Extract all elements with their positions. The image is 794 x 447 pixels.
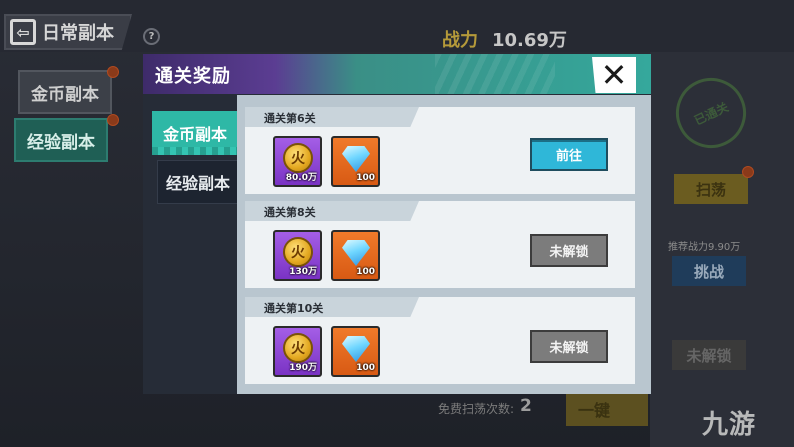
notification-dot-icon [742, 166, 754, 178]
close-button[interactable]: ✕ [592, 57, 636, 93]
reward-amount: 130万 [289, 267, 317, 277]
stage-title: 通关第8关 [264, 206, 316, 219]
gold-coin-reward[interactable]: 火 130万 [273, 230, 322, 281]
reward-amount: 100 [356, 173, 375, 183]
notification-dot-icon [107, 66, 119, 78]
gold-coin-reward[interactable]: 火 190万 [273, 326, 322, 377]
reward-amount: 100 [356, 363, 375, 373]
stage-title: 通关第6关 [264, 112, 316, 125]
reward-list: 通关第6关 火 80.0万 100 前往 通关第8关 火 130万 100 未解… [237, 95, 651, 394]
free-sweep-label: 免费扫荡次数: [438, 402, 515, 416]
back-button-label: 日常副本 [42, 23, 114, 44]
reward-card: 通关第10关 火 190万 100 未解锁 [245, 297, 635, 384]
gold-coin-reward[interactable]: 火 80.0万 [273, 136, 322, 187]
locked-button[interactable]: 未解锁 [530, 330, 608, 363]
tab-label: 经验副本 [165, 174, 230, 193]
stage-header: 通关第10关 [245, 297, 419, 317]
help-icon[interactable]: ? [143, 28, 160, 45]
reward-amount: 190万 [289, 363, 317, 373]
diamond-reward[interactable]: 100 [331, 136, 380, 187]
gold-coin-icon: 火 [283, 143, 313, 173]
diamond-reward[interactable]: 100 [331, 326, 380, 377]
gold-coin-icon: 火 [283, 333, 313, 363]
locked-stage-button[interactable]: 未解锁 [672, 340, 746, 370]
reward-card: 通关第8关 火 130万 100 未解锁 [245, 201, 635, 288]
stage-header: 通关第8关 [245, 201, 419, 221]
diamond-reward[interactable]: 100 [331, 230, 380, 281]
power-value: 10.69万 [492, 30, 567, 51]
reward-amount: 100 [356, 267, 375, 277]
clear-reward-dialog: 通关奖励 ✕ 金币副本 经验副本 通关第6关 火 80.0万 100 前往 通关… [143, 54, 651, 394]
gold-coin-icon: 火 [283, 237, 313, 267]
watermark-logo: 九游 [702, 410, 757, 440]
dialog-header: 通关奖励 ✕ [143, 54, 651, 94]
locked-button[interactable]: 未解锁 [530, 234, 608, 267]
tab-exp-dungeon[interactable]: 经验副本 [157, 160, 239, 204]
go-button[interactable]: 前往 [530, 138, 608, 171]
dialog-title: 通关奖励 [155, 66, 231, 87]
tab-gold-dungeon[interactable]: 金币副本 [152, 111, 238, 155]
bg-tab-gold-dungeon[interactable]: 金币副本 [18, 70, 112, 114]
recommended-power: 推荐战力9.90万 [668, 242, 741, 253]
challenge-button[interactable]: 挑战 [672, 256, 746, 286]
diamond-icon [342, 146, 370, 172]
stage-title: 通关第10关 [264, 302, 324, 315]
sweep-button[interactable]: 扫荡 [674, 174, 748, 204]
stage-header: 通关第6关 [245, 107, 419, 127]
bg-tab-exp-dungeon[interactable]: 经验副本 [14, 118, 108, 162]
close-icon: ✕ [600, 56, 628, 94]
diamond-icon [342, 240, 370, 266]
power-label: 战力 [442, 30, 478, 51]
tab-label: 金币副本 [162, 125, 227, 144]
back-button[interactable]: ⇦ 日常副本 [4, 14, 132, 50]
back-arrow-icon: ⇦ [10, 19, 36, 45]
reward-amount: 80.0万 [285, 173, 317, 183]
reward-card: 通关第6关 火 80.0万 100 前往 [245, 107, 635, 194]
diamond-icon [342, 336, 370, 362]
one-key-sweep-button[interactable]: 一键 [566, 392, 648, 426]
notification-dot-icon [107, 114, 119, 126]
free-sweep-count: 2 [520, 396, 532, 416]
